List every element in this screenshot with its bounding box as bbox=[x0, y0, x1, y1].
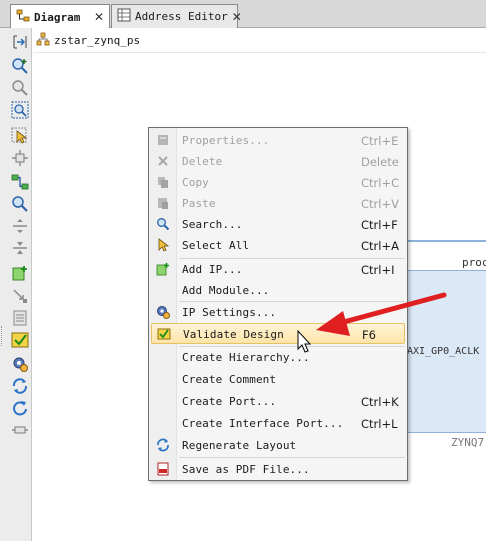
tab-address-editor[interactable]: Address Editor ✕ bbox=[111, 4, 242, 28]
context-menu: Properties... Ctrl+E Delete Delete Copy … bbox=[148, 127, 408, 481]
menu-item-shortcut: Ctrl+A bbox=[361, 239, 399, 253]
menu-item-search[interactable]: Search... Ctrl+F bbox=[151, 214, 405, 235]
menu-item-paste[interactable]: Paste Ctrl+V bbox=[151, 193, 405, 214]
ip-settings-icon bbox=[155, 304, 171, 320]
menu-item-label: Create Comment bbox=[182, 373, 277, 386]
select-area-icon[interactable] bbox=[9, 126, 31, 146]
ip-settings-icon[interactable] bbox=[9, 354, 31, 374]
copy-icon bbox=[155, 174, 171, 190]
menu-item-label: Copy bbox=[182, 176, 209, 189]
regenerate-icon bbox=[155, 437, 171, 453]
divider bbox=[33, 52, 486, 53]
menu-item-add-module[interactable]: Add Module... bbox=[151, 280, 405, 301]
menu-item-shortcut: Ctrl+L bbox=[361, 417, 398, 431]
menu-item-label: Create Port... bbox=[182, 395, 277, 408]
collapse-all-icon[interactable] bbox=[9, 238, 31, 258]
regenerate-icon[interactable] bbox=[9, 376, 31, 396]
tab-diagram[interactable]: Diagram ✕ bbox=[10, 4, 110, 29]
menu-item-properties[interactable]: Properties... Ctrl+E bbox=[151, 130, 405, 151]
menu-item-label: Create Interface Port... bbox=[182, 417, 344, 430]
diagram-icon bbox=[16, 9, 30, 26]
menu-item-label: Paste bbox=[182, 197, 216, 210]
menu-item-shortcut: F6 bbox=[362, 328, 376, 342]
menu-item-regenerate-layout[interactable]: Regenerate Layout bbox=[151, 435, 405, 456]
validate-icon[interactable] bbox=[9, 330, 31, 350]
menu-item-label: Create Hierarchy... bbox=[182, 351, 310, 364]
tab-address-editor-label: Address Editor bbox=[135, 10, 228, 23]
zoom-out-icon[interactable] bbox=[9, 78, 31, 98]
menu-item-shortcut: Ctrl+F bbox=[361, 218, 398, 232]
menu-item-create-port[interactable]: Create Port... Ctrl+K bbox=[151, 391, 405, 412]
validate-icon bbox=[156, 326, 172, 342]
menu-item-label: Validate Design bbox=[183, 328, 284, 341]
breadcrumb: zstar_zynq_ps bbox=[36, 32, 140, 49]
route-icon[interactable] bbox=[9, 420, 31, 440]
ip-port-label[interactable]: AXI_GP0_ACLK bbox=[407, 346, 479, 357]
auto-connect-icon[interactable] bbox=[9, 172, 31, 192]
menu-item-label: Save as PDF File... bbox=[182, 463, 310, 476]
menu-item-shortcut: Ctrl+C bbox=[361, 176, 400, 190]
menu-item-label: Regenerate Layout bbox=[182, 439, 297, 452]
add-ip-icon bbox=[155, 261, 171, 277]
fit-selection-icon[interactable] bbox=[9, 148, 31, 168]
menu-item-validate-design[interactable]: Validate Design F6 bbox=[151, 323, 405, 344]
delete-icon bbox=[155, 153, 171, 169]
tab-diagram-label: Diagram bbox=[34, 10, 81, 24]
make-external-icon[interactable] bbox=[9, 286, 31, 306]
menu-item-delete[interactable]: Delete Delete bbox=[151, 151, 405, 172]
zoom-fit-icon[interactable] bbox=[9, 100, 31, 120]
menu-item-save-as-pdf[interactable]: Save as PDF File... bbox=[151, 459, 405, 480]
menu-item-label: Properties... bbox=[182, 134, 270, 147]
menu-item-shortcut: Delete bbox=[361, 155, 399, 169]
maximize-icon[interactable] bbox=[9, 32, 31, 52]
menu-item-select-all[interactable]: Select All Ctrl+A bbox=[151, 235, 405, 256]
menu-item-create-hierarchy[interactable]: Create Hierarchy... bbox=[151, 347, 405, 368]
hierarchy-icon bbox=[36, 32, 50, 49]
add-ip-icon[interactable] bbox=[9, 264, 31, 284]
menu-item-shortcut: Ctrl+K bbox=[361, 395, 399, 409]
ip-block-name: ZYNQ7 bbox=[451, 436, 485, 449]
address-editor-icon bbox=[117, 8, 131, 25]
properties-icon bbox=[155, 132, 171, 148]
pdf-icon bbox=[155, 461, 171, 477]
menu-item-create-interface-port[interactable]: Create Interface Port... Ctrl+L bbox=[151, 413, 405, 434]
diagram-toolbar bbox=[0, 28, 32, 541]
select-all-icon bbox=[155, 237, 171, 253]
menu-item-ip-settings[interactable]: IP Settings... bbox=[151, 302, 405, 323]
menu-item-add-ip[interactable]: Add IP... Ctrl+I bbox=[151, 259, 405, 280]
zoom-in-icon[interactable] bbox=[9, 56, 31, 76]
toolbar-grip[interactable] bbox=[1, 326, 4, 346]
menu-separator bbox=[179, 457, 405, 458]
drc-icon[interactable] bbox=[9, 308, 31, 328]
search-icon bbox=[155, 216, 171, 232]
menu-item-label: Add Module... bbox=[182, 284, 270, 297]
menu-item-shortcut: Ctrl+V bbox=[361, 197, 399, 211]
close-icon[interactable]: ✕ bbox=[94, 10, 104, 24]
ip-block-header: proc bbox=[462, 256, 486, 269]
menu-item-copy[interactable]: Copy Ctrl+C bbox=[151, 172, 405, 193]
breadcrumb-label[interactable]: zstar_zynq_ps bbox=[54, 34, 140, 47]
paste-icon bbox=[155, 195, 171, 211]
expand-all-icon[interactable] bbox=[9, 216, 31, 236]
refresh-icon[interactable] bbox=[9, 398, 31, 418]
editor-tab-bar: Diagram ✕ Address Editor ✕ bbox=[0, 0, 486, 29]
menu-item-label: IP Settings... bbox=[182, 306, 277, 319]
menu-item-label: Add IP... bbox=[182, 263, 243, 276]
menu-item-create-comment[interactable]: Create Comment bbox=[151, 369, 405, 390]
search-icon[interactable] bbox=[9, 194, 31, 214]
menu-item-label: Delete bbox=[182, 155, 223, 168]
close-icon[interactable]: ✕ bbox=[232, 10, 242, 24]
menu-item-label: Select All bbox=[182, 239, 250, 252]
menu-item-label: Search... bbox=[182, 218, 243, 231]
menu-item-shortcut: Ctrl+I bbox=[361, 263, 395, 277]
menu-item-shortcut: Ctrl+E bbox=[361, 134, 399, 148]
